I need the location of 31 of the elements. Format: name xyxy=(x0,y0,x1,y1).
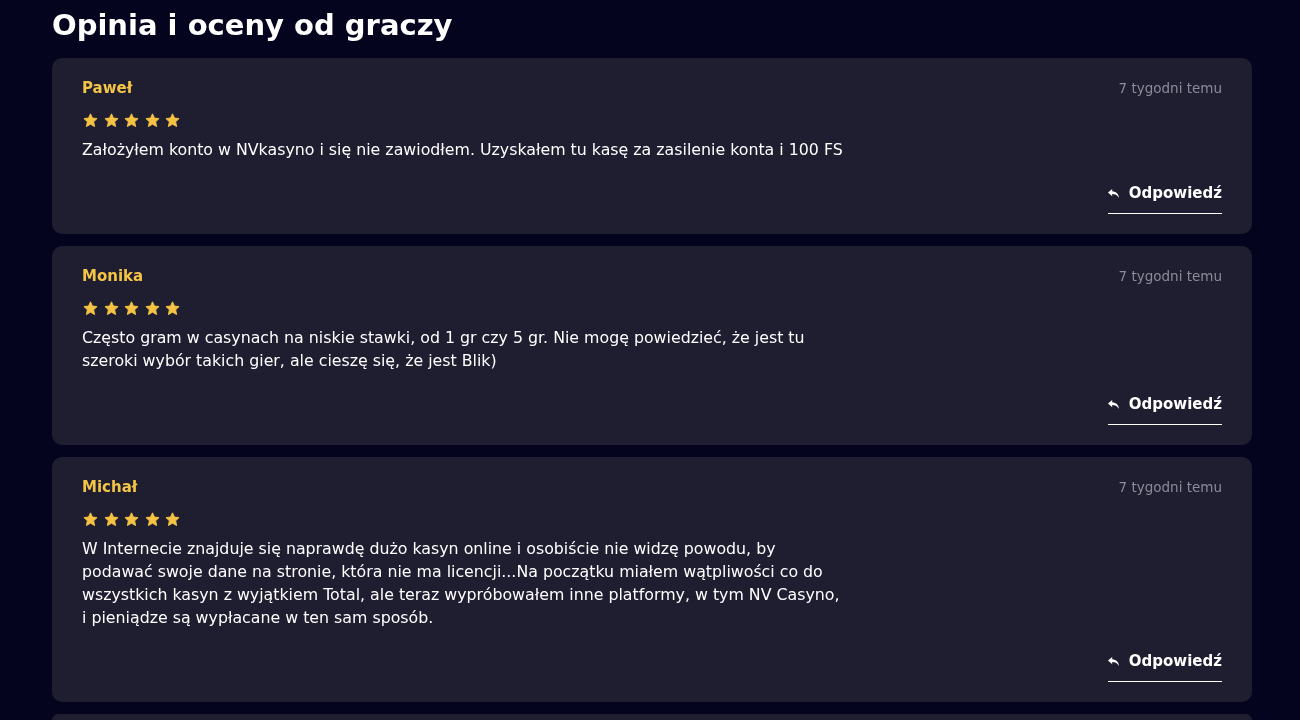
star-icon xyxy=(165,300,180,316)
reply-button[interactable]: Odpowiedź xyxy=(1107,394,1222,425)
star-icon xyxy=(103,300,119,316)
star-icon xyxy=(124,112,139,128)
star-icon xyxy=(103,112,119,128)
star-icon xyxy=(144,511,160,527)
reply-button[interactable]: Odpowiedź xyxy=(1107,651,1222,682)
star-icon xyxy=(124,511,139,527)
reply-icon xyxy=(1107,656,1119,666)
reply-icon xyxy=(1107,399,1119,409)
reviewer-name: Monika xyxy=(82,266,144,286)
review-time: 7 tygodni temu xyxy=(1118,267,1222,285)
star-icon xyxy=(165,511,180,527)
star-icon xyxy=(144,112,160,128)
review-text: Założyłem konto w NVkasyno i się nie zawiodłem. Uzyskałem tu kasę za zasilenie konta i 100 FS xyxy=(82,139,844,161)
review-text: Często gram w casynach na niskie stawki, od 1 gr czy 5 gr. Nie mogę powiedzieć, że jest tu szeroki wybór takich gier, ale cieszę się, że jest Blik) xyxy=(82,327,806,372)
star-icon xyxy=(83,300,98,316)
reviewer-name: Paweł xyxy=(82,78,133,98)
star-icon xyxy=(124,300,139,316)
reply-button[interactable]: Odpowiedź xyxy=(1107,183,1222,214)
star-icon xyxy=(83,511,98,527)
page-title: Opinia i oceny od graczy xyxy=(52,7,454,44)
star-icon xyxy=(103,511,119,527)
reviewer-name: Michał xyxy=(82,477,138,497)
reply-icon xyxy=(1107,188,1119,198)
review-time: 7 tygodni temu xyxy=(1118,478,1222,496)
star-icon xyxy=(165,112,180,128)
review-text: W Internecie znajduje się naprawdę dużo kasyn online i osobiście nie widzę powodu, by podawać swoje dane na stronie, która nie ma licencji...Na początku miałem wątpliwości co do wszystkich kasyn z wyjątkiem Total, ale teraz wypróbowałem inne platformy, w tym NV Casyno, i pieniądze są wypłacane w ten sam sposób. xyxy=(82,538,841,629)
star-icon xyxy=(83,112,98,128)
star-icon xyxy=(144,300,160,316)
review-time: 7 tygodni temu xyxy=(1118,79,1222,97)
